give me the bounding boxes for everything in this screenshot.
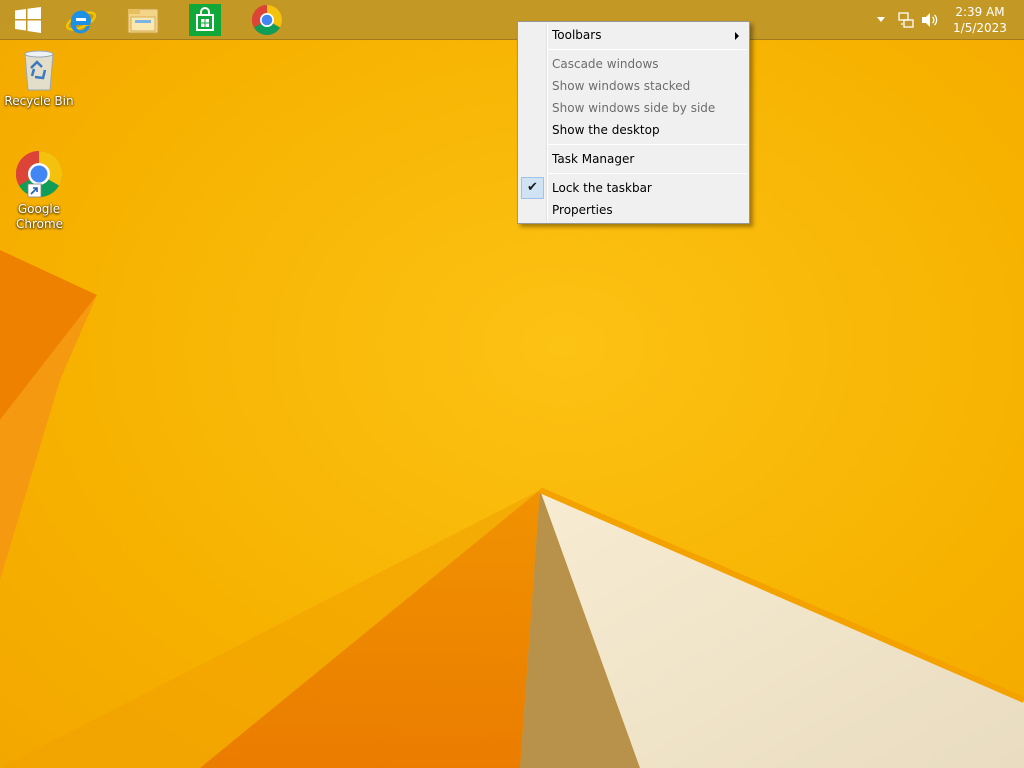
clock-date: 1/5/2023 (953, 21, 1007, 35)
menu-item-label: Task Manager (552, 152, 635, 166)
menu-item-task-manager[interactable]: Task Manager (520, 148, 747, 170)
clock-time: 2:39 AM (955, 5, 1005, 19)
menu-item-label: Show windows side by side (552, 101, 716, 115)
taskbar-internet-explorer[interactable] (53, 0, 109, 40)
menu-separator (548, 49, 747, 50)
recycle-bin-icon (24, 50, 54, 91)
menu-item-properties[interactable]: Properties (520, 199, 747, 221)
checkmark-icon: ✔ (521, 177, 544, 199)
taskbar-store[interactable] (177, 0, 233, 40)
desktop-wallpaper[interactable] (0, 0, 1024, 768)
menu-item-lock-the-taskbar[interactable]: ✔ Lock the taskbar (520, 177, 747, 199)
taskbar-file-explorer[interactable] (115, 0, 171, 40)
menu-item-show-windows-side-by-side[interactable]: Show windows side by side (520, 97, 747, 119)
chrome-icon (251, 4, 283, 36)
folder-icon (127, 8, 159, 34)
taskbar[interactable]: 2:39 AM 1/5/2023 (0, 0, 1024, 40)
menu-item-label: Lock the taskbar (552, 181, 652, 195)
store-bag-icon (189, 4, 221, 36)
menu-separator (548, 144, 747, 145)
chrome-icon (15, 150, 63, 198)
menu-item-cascade-windows[interactable]: Cascade windows (520, 53, 747, 75)
submenu-arrow-icon (735, 32, 739, 40)
menu-item-show-windows-stacked[interactable]: Show windows stacked (520, 75, 747, 97)
desktop-icon-label: Recycle Bin (4, 94, 74, 108)
menu-item-label: Properties (552, 203, 613, 217)
desktop-icon-google-chrome[interactable]: Google Chrome (1, 150, 77, 232)
network-icon[interactable] (898, 12, 914, 28)
start-button[interactable] (0, 0, 56, 40)
menu-item-label: Cascade windows (552, 57, 659, 71)
desktop-icon-recycle-bin[interactable]: Recycle Bin (1, 46, 77, 109)
menu-item-label: Toolbars (552, 28, 602, 42)
taskbar-context-menu: Toolbars Cascade windows Show windows st… (517, 21, 750, 224)
internet-explorer-icon (65, 10, 97, 34)
menu-separator (548, 173, 747, 174)
volume-icon[interactable] (921, 12, 939, 28)
taskbar-google-chrome[interactable] (239, 0, 295, 40)
menu-item-show-the-desktop[interactable]: Show the desktop (520, 119, 747, 141)
menu-item-label: Show the desktop (552, 123, 660, 137)
windows-logo-icon (15, 7, 41, 33)
menu-item-toolbars[interactable]: Toolbars (520, 24, 747, 46)
desktop-icon-label: Google Chrome (16, 202, 64, 231)
show-hidden-icons-arrow-icon[interactable] (876, 15, 886, 23)
menu-item-label: Show windows stacked (552, 79, 691, 93)
taskbar-clock[interactable]: 2:39 AM 1/5/2023 (948, 4, 1012, 36)
